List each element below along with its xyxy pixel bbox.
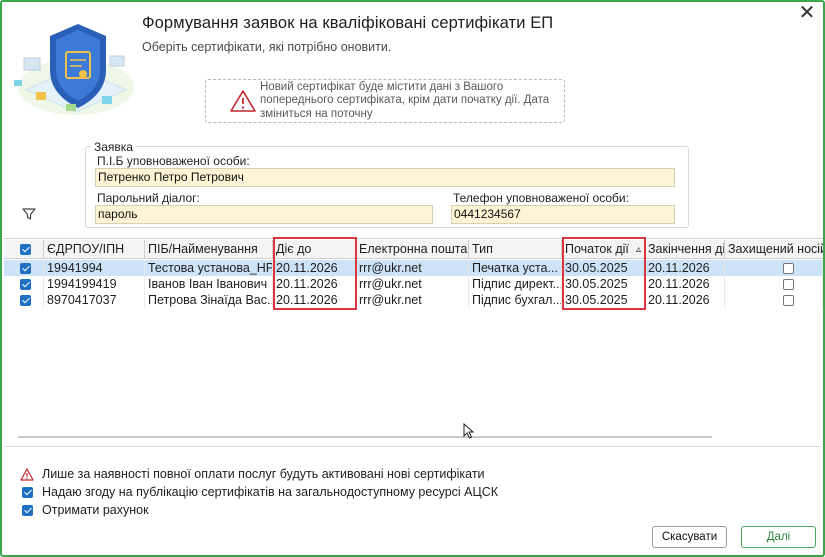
cell-name: Тестова установа_НР — [145, 260, 273, 276]
mouse-cursor-icon — [463, 423, 475, 439]
password-label: Парольний діалог: — [97, 191, 200, 205]
notice-text: Новий сертифікат буде містити дані з Ваш… — [260, 80, 550, 120]
row-checkbox[interactable] — [4, 276, 44, 292]
table-row[interactable]: 8970417037 Петрова Зінаїда Вас... 20.11.… — [4, 292, 823, 308]
column-protected[interactable]: Захищений носій — [725, 240, 823, 258]
cell-edrpou: 19941994 — [44, 260, 145, 276]
payment-warning-text: Лише за наявності повної оплати послуг б… — [42, 467, 485, 481]
cell-email: rrr@ukr.net — [356, 292, 469, 308]
cell-name: Іванов Іван Іванович — [145, 276, 273, 292]
payment-warning: Лише за наявності повної оплати послуг б… — [20, 467, 485, 481]
invoice-checkbox[interactable] — [20, 503, 34, 517]
info-notice: Новий сертифікат буде містити дані з Ваш… — [205, 79, 565, 123]
close-button[interactable]: ✕ — [797, 2, 817, 24]
phone-label: Телефон уповноваженої особи: — [453, 191, 629, 205]
valid-to-highlight — [273, 237, 357, 310]
password-field[interactable]: пароль — [95, 205, 433, 224]
close-icon: ✕ — [798, 2, 816, 24]
divider — [4, 446, 821, 447]
certificates-table: ЄДРПОУ/ІПН ПІБ/Найменування Діє до Елект… — [4, 237, 823, 448]
cell-edrpou: 1994199419 — [44, 276, 145, 292]
consent-checkbox[interactable] — [20, 485, 34, 499]
start-date-highlight — [562, 237, 646, 310]
dialog-subtitle: Оберіть сертифікати, які потрібно оновит… — [142, 40, 392, 54]
row-checkbox[interactable] — [4, 292, 44, 308]
cell-protected-checkbox[interactable] — [725, 260, 823, 276]
next-button[interactable]: Далі — [741, 526, 816, 548]
row-checkbox[interactable] — [4, 260, 44, 276]
consent-option[interactable]: Надаю згоду на публікацію сертифікатів н… — [20, 485, 498, 499]
cell-end: 20.11.2026 — [645, 276, 725, 292]
column-email[interactable]: Електронна пошта — [356, 240, 469, 258]
table-row[interactable]: 1994199419 Іванов Іван Іванович 20.11.20… — [4, 276, 823, 292]
column-end[interactable]: Закінчення дії — [645, 240, 725, 258]
cell-name: Петрова Зінаїда Вас... — [145, 292, 273, 308]
warning-icon — [20, 467, 34, 481]
cell-protected-checkbox[interactable] — [725, 292, 823, 308]
cell-type: Підпис бухгал... — [469, 292, 562, 308]
cell-edrpou: 8970417037 — [44, 292, 145, 308]
cell-type: Підпис директ... — [469, 276, 562, 292]
column-edrpou[interactable]: ЄДРПОУ/ІПН — [44, 240, 145, 258]
column-type[interactable]: Тип — [469, 240, 562, 258]
cell-email: rrr@ukr.net — [356, 260, 469, 276]
certificate-shield-illustration — [14, 24, 134, 115]
horizontal-scrollbar[interactable] — [18, 436, 712, 438]
select-all-checkbox[interactable] — [4, 240, 44, 258]
table-header: ЄДРПОУ/ІПН ПІБ/Найменування Діє до Елект… — [4, 240, 823, 259]
invoice-label: Отримати рахунок — [42, 503, 149, 517]
table-row[interactable]: 19941994 Тестова установа_НР 20.11.2026 … — [4, 260, 823, 276]
warning-icon — [230, 90, 256, 112]
cell-end: 20.11.2026 — [645, 260, 725, 276]
invoice-option[interactable]: Отримати рахунок — [20, 503, 149, 517]
person-label: П.І.Б уповноваженої особи: — [97, 154, 250, 168]
consent-label: Надаю згоду на публікацію сертифікатів н… — [42, 485, 499, 499]
filter-icon[interactable] — [22, 207, 36, 221]
person-field[interactable]: Петренко Петро Петрович — [95, 168, 675, 187]
dialog-title: Формування заявок на кваліфіковані серти… — [142, 14, 554, 32]
cell-type: Печатка уста... — [469, 260, 562, 276]
cell-end: 20.11.2026 — [645, 292, 725, 308]
request-group-title: Заявка — [91, 140, 136, 154]
column-name[interactable]: ПІБ/Найменування — [145, 240, 273, 258]
phone-field[interactable]: 0441234567 — [451, 205, 675, 224]
cell-email: rrr@ukr.net — [356, 276, 469, 292]
cancel-button[interactable]: Скасувати — [652, 526, 727, 548]
cell-protected-checkbox[interactable] — [725, 276, 823, 292]
